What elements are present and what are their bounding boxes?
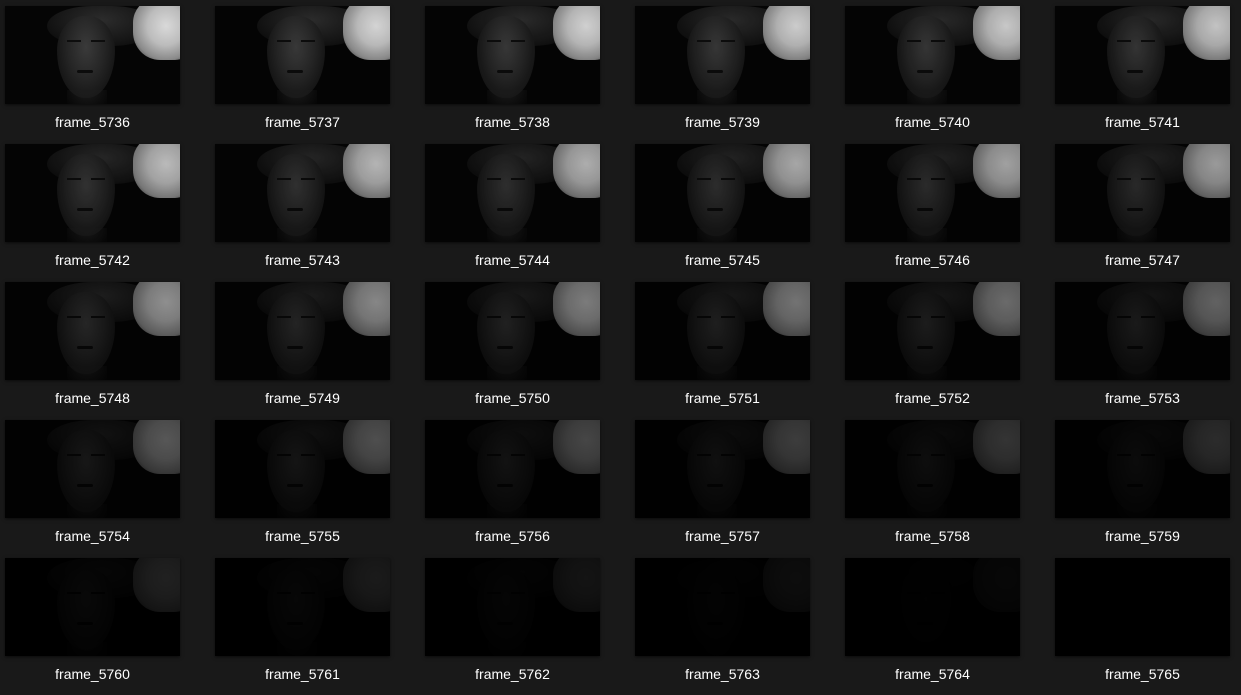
file-item[interactable]: frame_5758 <box>845 420 1020 556</box>
file-name-label: frame_5741 <box>1105 114 1180 130</box>
file-item[interactable]: frame_5762 <box>425 558 600 694</box>
file-name-label: frame_5762 <box>475 666 550 682</box>
file-name-label: frame_5743 <box>265 252 340 268</box>
file-thumbnail[interactable] <box>635 6 810 104</box>
file-item[interactable]: frame_5757 <box>635 420 810 556</box>
file-thumbnail[interactable] <box>5 282 180 380</box>
file-name-label: frame_5744 <box>475 252 550 268</box>
file-item[interactable]: frame_5755 <box>215 420 390 556</box>
file-thumbnail[interactable] <box>1055 282 1230 380</box>
file-thumbnail[interactable] <box>425 420 600 518</box>
file-name-label: frame_5760 <box>55 666 130 682</box>
file-name-label: frame_5765 <box>1105 666 1180 682</box>
file-thumbnail[interactable] <box>425 282 600 380</box>
file-item[interactable]: frame_5746 <box>845 144 1020 280</box>
file-item[interactable]: frame_5736 <box>5 6 180 142</box>
file-item[interactable]: frame_5760 <box>5 558 180 694</box>
file-thumbnail[interactable] <box>845 6 1020 104</box>
file-name-label: frame_5764 <box>895 666 970 682</box>
file-thumbnail[interactable] <box>1055 144 1230 242</box>
file-name-label: frame_5739 <box>685 114 760 130</box>
file-item[interactable]: frame_5765 <box>1055 558 1230 694</box>
file-name-label: frame_5740 <box>895 114 970 130</box>
file-thumbnail[interactable] <box>1055 558 1230 656</box>
file-name-label: frame_5736 <box>55 114 130 130</box>
file-thumbnail[interactable] <box>425 144 600 242</box>
file-item[interactable]: frame_5750 <box>425 282 600 418</box>
file-name-label: frame_5757 <box>685 528 760 544</box>
file-thumbnail[interactable] <box>845 558 1020 656</box>
file-name-label: frame_5754 <box>55 528 130 544</box>
file-thumbnail[interactable] <box>215 420 390 518</box>
file-item[interactable]: frame_5737 <box>215 6 390 142</box>
file-name-label: frame_5745 <box>685 252 760 268</box>
file-thumbnail[interactable] <box>5 558 180 656</box>
file-item[interactable]: frame_5753 <box>1055 282 1230 418</box>
file-item[interactable]: frame_5740 <box>845 6 1020 142</box>
file-item[interactable]: frame_5759 <box>1055 420 1230 556</box>
file-name-label: frame_5761 <box>265 666 340 682</box>
file-name-label: frame_5755 <box>265 528 340 544</box>
file-item[interactable]: frame_5738 <box>425 6 600 142</box>
file-name-label: frame_5738 <box>475 114 550 130</box>
file-name-label: frame_5748 <box>55 390 130 406</box>
file-grid: frame_5736 frame_5737 frame_5738 frame_5739… <box>0 0 1241 695</box>
file-thumbnail[interactable] <box>215 282 390 380</box>
file-name-label: frame_5759 <box>1105 528 1180 544</box>
file-item[interactable]: frame_5745 <box>635 144 810 280</box>
file-thumbnail[interactable] <box>425 6 600 104</box>
file-name-label: frame_5747 <box>1105 252 1180 268</box>
file-item[interactable]: frame_5752 <box>845 282 1020 418</box>
file-item[interactable]: frame_5754 <box>5 420 180 556</box>
file-item[interactable]: frame_5744 <box>425 144 600 280</box>
file-thumbnail[interactable] <box>5 6 180 104</box>
file-name-label: frame_5751 <box>685 390 760 406</box>
file-item[interactable]: frame_5739 <box>635 6 810 142</box>
file-name-label: frame_5756 <box>475 528 550 544</box>
file-item[interactable]: frame_5741 <box>1055 6 1230 142</box>
file-thumbnail[interactable] <box>1055 6 1230 104</box>
file-name-label: frame_5742 <box>55 252 130 268</box>
file-thumbnail[interactable] <box>635 420 810 518</box>
file-item[interactable]: frame_5747 <box>1055 144 1230 280</box>
file-name-label: frame_5737 <box>265 114 340 130</box>
file-thumbnail[interactable] <box>635 558 810 656</box>
file-thumbnail[interactable] <box>215 6 390 104</box>
file-thumbnail[interactable] <box>1055 420 1230 518</box>
file-item[interactable]: frame_5764 <box>845 558 1020 694</box>
file-item[interactable]: frame_5742 <box>5 144 180 280</box>
file-item[interactable]: frame_5743 <box>215 144 390 280</box>
file-thumbnail[interactable] <box>845 282 1020 380</box>
file-thumbnail[interactable] <box>845 420 1020 518</box>
file-name-label: frame_5750 <box>475 390 550 406</box>
file-name-label: frame_5763 <box>685 666 760 682</box>
file-thumbnail[interactable] <box>425 558 600 656</box>
file-thumbnail[interactable] <box>215 558 390 656</box>
file-thumbnail[interactable] <box>215 144 390 242</box>
file-thumbnail[interactable] <box>845 144 1020 242</box>
file-name-label: frame_5752 <box>895 390 970 406</box>
file-item[interactable]: frame_5763 <box>635 558 810 694</box>
file-name-label: frame_5758 <box>895 528 970 544</box>
file-name-label: frame_5753 <box>1105 390 1180 406</box>
file-thumbnail[interactable] <box>5 144 180 242</box>
file-name-label: frame_5746 <box>895 252 970 268</box>
file-item[interactable]: frame_5749 <box>215 282 390 418</box>
file-thumbnail[interactable] <box>635 144 810 242</box>
file-item[interactable]: frame_5761 <box>215 558 390 694</box>
file-name-label: frame_5749 <box>265 390 340 406</box>
file-thumbnail[interactable] <box>5 420 180 518</box>
file-item[interactable]: frame_5748 <box>5 282 180 418</box>
file-item[interactable]: frame_5751 <box>635 282 810 418</box>
file-item[interactable]: frame_5756 <box>425 420 600 556</box>
file-thumbnail[interactable] <box>635 282 810 380</box>
